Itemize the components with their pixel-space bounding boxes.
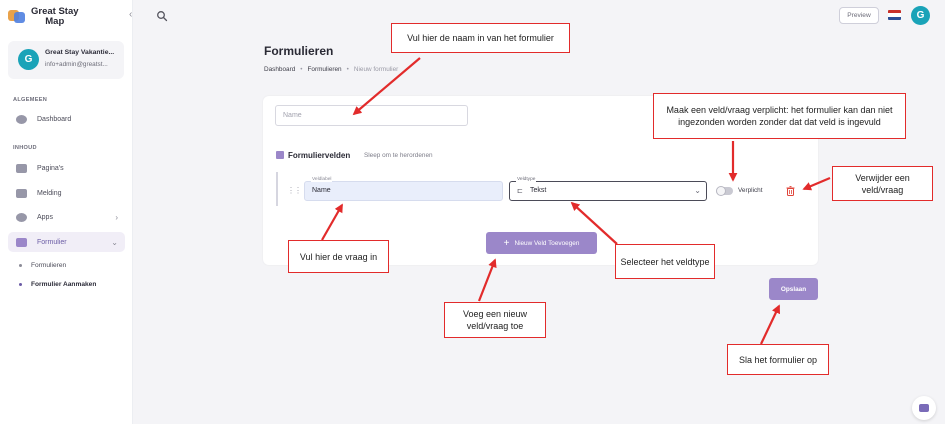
chevron-down-icon: ⌄	[111, 237, 118, 247]
field-label-caption: Veldlabel	[311, 177, 333, 182]
search-icon[interactable]	[156, 10, 168, 22]
bullet-icon	[19, 283, 22, 286]
breadcrumb-current: Nieuw formulier	[353, 66, 399, 73]
breadcrumb-separator-icon: •	[346, 66, 349, 73]
sidebar-item-label: Formulier	[37, 238, 67, 246]
section-label-general: ALGEMEEN	[13, 97, 48, 103]
required-label: Verplicht	[738, 187, 763, 194]
section-label-content: INHOUD	[13, 145, 37, 151]
save-button[interactable]: Opslaan	[769, 278, 818, 300]
collapse-sidebar-icon[interactable]: ‹	[129, 9, 132, 20]
drag-handle-icon[interactable]: ⋮⋮	[287, 186, 302, 195]
sidebar-item-dashboard[interactable]: Dashboard	[8, 109, 125, 129]
annotation-name: Vul hier de naam in van het formulier	[391, 23, 570, 53]
annotation-type: Selecteer het veldtype	[615, 244, 715, 279]
envelope-icon	[16, 163, 27, 173]
logo-text-line2: Map	[45, 16, 65, 27]
field-type-caption: Veldtype	[516, 177, 537, 182]
field-type-select[interactable]: Veldtype ⊏ Tekst ⌄	[509, 177, 707, 201]
logo-icon	[8, 10, 25, 24]
page-title: Formulieren	[264, 44, 334, 58]
annotation-arrow	[477, 258, 497, 302]
breadcrumb-item[interactable]: Formulieren	[308, 66, 342, 73]
annotation-delete: Verwijder een veld/vraag	[832, 166, 933, 201]
chevron-right-icon: ›	[115, 212, 118, 222]
fields-hint: Sleep om te herordenen	[364, 152, 433, 159]
sidebar-subitem-label: Formulier Aanmaken	[31, 281, 97, 288]
breadcrumb-item[interactable]: Dashboard	[264, 66, 295, 73]
gear-icon	[16, 212, 27, 222]
fields-icon	[276, 151, 284, 159]
trash-icon[interactable]	[786, 186, 795, 196]
envelope-icon	[16, 237, 27, 247]
breadcrumb: Dashboard • Formulieren • Nieuw formulie…	[264, 66, 403, 73]
annotation-add: Voeg een nieuw veld/vraag toe	[444, 302, 546, 338]
user-name: Great Stay Vakantie...	[45, 49, 115, 56]
sidebar-subitem-forms[interactable]: Formulieren	[19, 262, 66, 269]
annotation-required: Maak een veld/vraag verplicht: het formu…	[653, 93, 906, 139]
sidebar-item-pages[interactable]: Pagina's	[8, 158, 125, 178]
sidebar-subitem-label: Formulieren	[31, 262, 67, 269]
sidebar-item-label: Melding	[37, 189, 62, 197]
envelope-icon	[16, 188, 27, 198]
settings-fab[interactable]	[912, 396, 936, 420]
add-field-label: Nieuw Veld Toevoegen	[514, 239, 580, 247]
header-avatar[interactable]: G	[911, 6, 930, 25]
preview-button[interactable]: Preview	[839, 7, 879, 24]
annotation-question: Vul hier de vraag in	[288, 240, 389, 273]
sidebar-item-notification[interactable]: Melding	[8, 183, 125, 203]
logo[interactable]: Great Stay Map	[8, 7, 79, 27]
fields-title: Formuliervelden	[288, 151, 351, 160]
annotation-save: Sla het formulier op	[727, 344, 829, 375]
sidebar-item-label: Pagina's	[37, 164, 64, 172]
field-label-value: Name	[312, 187, 331, 194]
annotation-arrow	[760, 304, 780, 345]
text-type-icon: ⊏	[517, 188, 523, 195]
sidebar-item-label: Apps	[37, 213, 53, 221]
user-card[interactable]: G Great Stay Vakantie... info+admin@grea…	[8, 41, 124, 79]
sidebar-subitem-create-form[interactable]: Formulier Aanmaken	[19, 281, 96, 288]
required-toggle[interactable]	[716, 186, 733, 196]
field-label-input[interactable]: Veldlabel Name	[304, 177, 503, 201]
sidebar: Great Stay Map G Great Stay Vakantie... …	[0, 0, 133, 424]
add-field-button[interactable]: + Nieuw Veld Toevoegen	[486, 232, 597, 254]
sidebar-item-forms[interactable]: Formulier ⌄	[8, 232, 125, 252]
user-email: info+admin@greatst...	[45, 61, 108, 68]
bullet-icon	[19, 264, 22, 267]
form-name-input[interactable]	[275, 105, 468, 126]
toggle-icon	[919, 404, 929, 412]
avatar: G	[18, 49, 39, 70]
sidebar-item-apps[interactable]: Apps ›	[8, 207, 125, 227]
dashboard-icon	[16, 114, 27, 124]
sidebar-item-label: Dashboard	[37, 115, 72, 123]
dutch-flag-icon[interactable]	[888, 10, 901, 20]
breadcrumb-separator-icon: •	[300, 66, 303, 73]
chevron-down-icon: ⌄	[694, 186, 701, 195]
plus-icon: +	[503, 237, 510, 249]
field-type-value: Tekst	[530, 187, 547, 194]
